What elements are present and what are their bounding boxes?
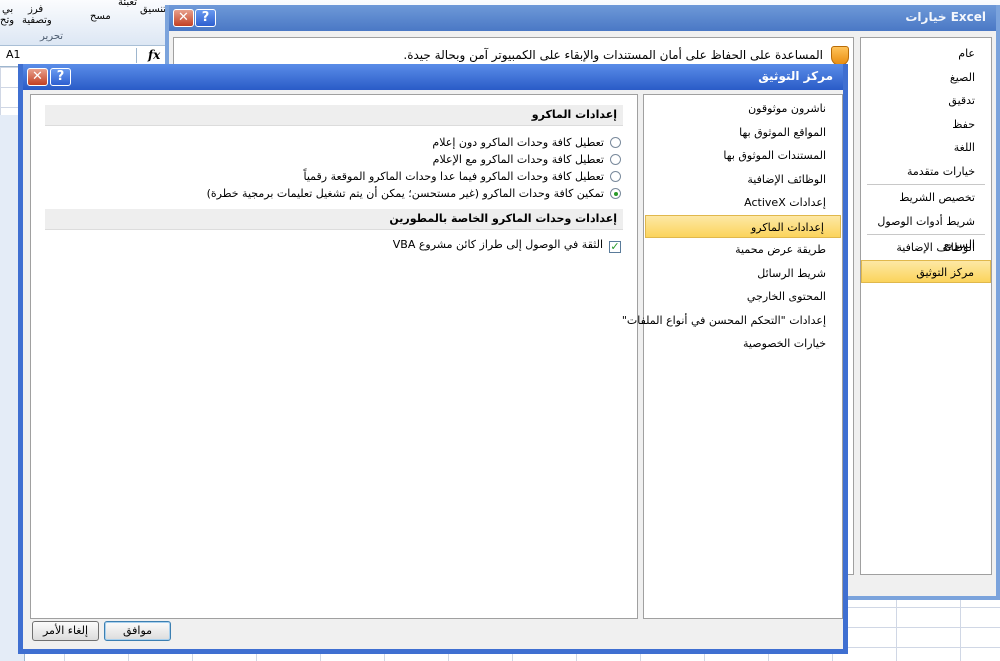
help-icon[interactable]: ? <box>195 9 216 27</box>
tc-nav-external-content[interactable]: المحتوى الخارجي <box>644 285 842 309</box>
radio-button-selected[interactable] <box>610 188 621 199</box>
option-label: تمكين كافة وحدات الماكرو (غير مستحسن؛ يم… <box>206 187 604 200</box>
options-nav-customize-ribbon[interactable]: تخصيص الشريط <box>861 186 991 210</box>
help-icon[interactable]: ? <box>50 68 71 86</box>
trust-center-nav: ناشرون موثوقون المواقع الموثوق بها المست… <box>622 94 843 619</box>
ribbon-clear-label[interactable]: مسح <box>90 11 111 22</box>
tc-nav-activex[interactable]: إعدادات ActiveX <box>644 191 842 215</box>
macro-settings-heading: إعدادات الماكرو <box>45 105 623 126</box>
ribbon-format-label[interactable]: تنسيق <box>140 4 166 15</box>
excel-options-title: خيارات Excel <box>905 10 986 24</box>
shield-icon <box>831 46 849 66</box>
options-nav-quick-access[interactable]: شريط أدوات الوصول السريع <box>861 210 991 251</box>
cancel-button[interactable]: إلغاء الأمر <box>32 621 99 641</box>
tc-nav-macro-settings[interactable]: إعدادات الماكرو <box>645 214 841 238</box>
options-nav-save[interactable]: حفظ <box>861 113 991 137</box>
radio-disable-except-signed[interactable]: تعطيل كافة وحدات الماكرو فيما عدا وحدات … <box>303 169 621 185</box>
close-icon[interactable]: ✕ <box>27 68 48 86</box>
options-nav-advanced[interactable]: خيارات متقدمة <box>861 160 991 184</box>
name-box[interactable]: A1 <box>0 48 137 63</box>
options-nav-trust-center[interactable]: مركز التوثيق <box>861 259 991 283</box>
tc-nav-trusted-publishers[interactable]: ناشرون موثوقون <box>644 97 842 121</box>
radio-enable-all[interactable]: تمكين كافة وحدات الماكرو (غير مستحسن؛ يم… <box>207 186 621 202</box>
tc-nav-message-bar[interactable]: شريط الرسائل <box>644 262 842 286</box>
tc-nav-protected-view[interactable]: طريقة عرض محمية <box>644 238 842 262</box>
radio-button[interactable] <box>610 154 621 165</box>
option-label: الثقة في الوصول إلى طراز كائن مشروع VBA <box>392 238 603 251</box>
developer-macro-heading: إعدادات وحدات الماكرو الخاصة بالمطورين <box>45 209 623 230</box>
tc-nav-trusted-locations[interactable]: المواقع الموثوق بها <box>644 121 842 145</box>
trust-center-title: مركز التوثيق <box>758 69 833 83</box>
option-label: تعطيل كافة وحدات الماكرو فيما عدا وحدات … <box>303 170 604 183</box>
tc-nav-privacy-options[interactable]: خيارات الخصوصية <box>644 332 842 356</box>
trust-center-dialog: مركز التوثيق ✕ ? إعدادات الماكرو تعطيل ك… <box>18 64 848 654</box>
close-icon[interactable]: ✕ <box>173 9 194 27</box>
excel-options-titlebar[interactable]: خيارات Excel ✕ ? <box>169 5 996 31</box>
fx-icon[interactable]: fx <box>148 48 160 62</box>
radio-disable-notify[interactable]: تعطيل كافة وحدات الماكرو مع الإعلام <box>433 152 621 168</box>
ribbon-find-label[interactable]: بي <box>2 4 13 15</box>
trust-description: المساعدة على الحفاظ على أمان المستندات و… <box>403 48 823 62</box>
ribbon-filter-label[interactable]: وتصفية <box>22 15 52 26</box>
options-nav-proofing[interactable]: تدقيق <box>861 89 991 113</box>
options-nav-formulas[interactable]: الصيغ <box>861 66 991 90</box>
ok-button[interactable]: موافق <box>104 621 171 641</box>
nav-separator <box>867 184 985 185</box>
option-label: تعطيل كافة وحدات الماكرو دون إعلام <box>432 136 604 149</box>
macro-settings-panel: إعدادات الماكرو تعطيل كافة وحدات الماكرو… <box>30 94 638 619</box>
radio-button[interactable] <box>610 171 621 182</box>
tc-nav-trusted-documents[interactable]: المستندات الموثوق بها <box>644 144 842 168</box>
ribbon-select-label[interactable]: وتح <box>0 15 14 26</box>
ribbon-fill-label[interactable]: تعبئة <box>118 0 137 8</box>
radio-disable-no-notify[interactable]: تعطيل كافة وحدات الماكرو دون إعلام <box>432 135 621 151</box>
checkbox-checked[interactable]: ✓ <box>609 241 621 253</box>
trust-center-titlebar[interactable]: مركز التوثيق ✕ ? <box>23 64 843 90</box>
excel-options-nav: عام الصيغ تدقيق حفظ اللغة خيارات متقدمة … <box>860 37 992 575</box>
option-label: تعطيل كافة وحدات الماكرو مع الإعلام <box>432 153 604 166</box>
tc-nav-file-block[interactable]: إعدادات "التحكم المحسن في أنواع الملفات" <box>622 309 842 333</box>
options-nav-general[interactable]: عام <box>861 42 991 66</box>
ribbon-sort-label[interactable]: فرز <box>28 4 43 15</box>
vba-trust-option[interactable]: ✓ الثقة في الوصول إلى طراز كائن مشروع VBA <box>393 237 621 253</box>
options-nav-addins[interactable]: الوظائف الإضافية <box>861 236 991 260</box>
options-nav-language[interactable]: اللغة <box>861 136 991 160</box>
ribbon-group-editing: تحرير <box>40 31 64 42</box>
tc-nav-addins[interactable]: الوظائف الإضافية <box>644 168 842 192</box>
radio-button[interactable] <box>610 137 621 148</box>
